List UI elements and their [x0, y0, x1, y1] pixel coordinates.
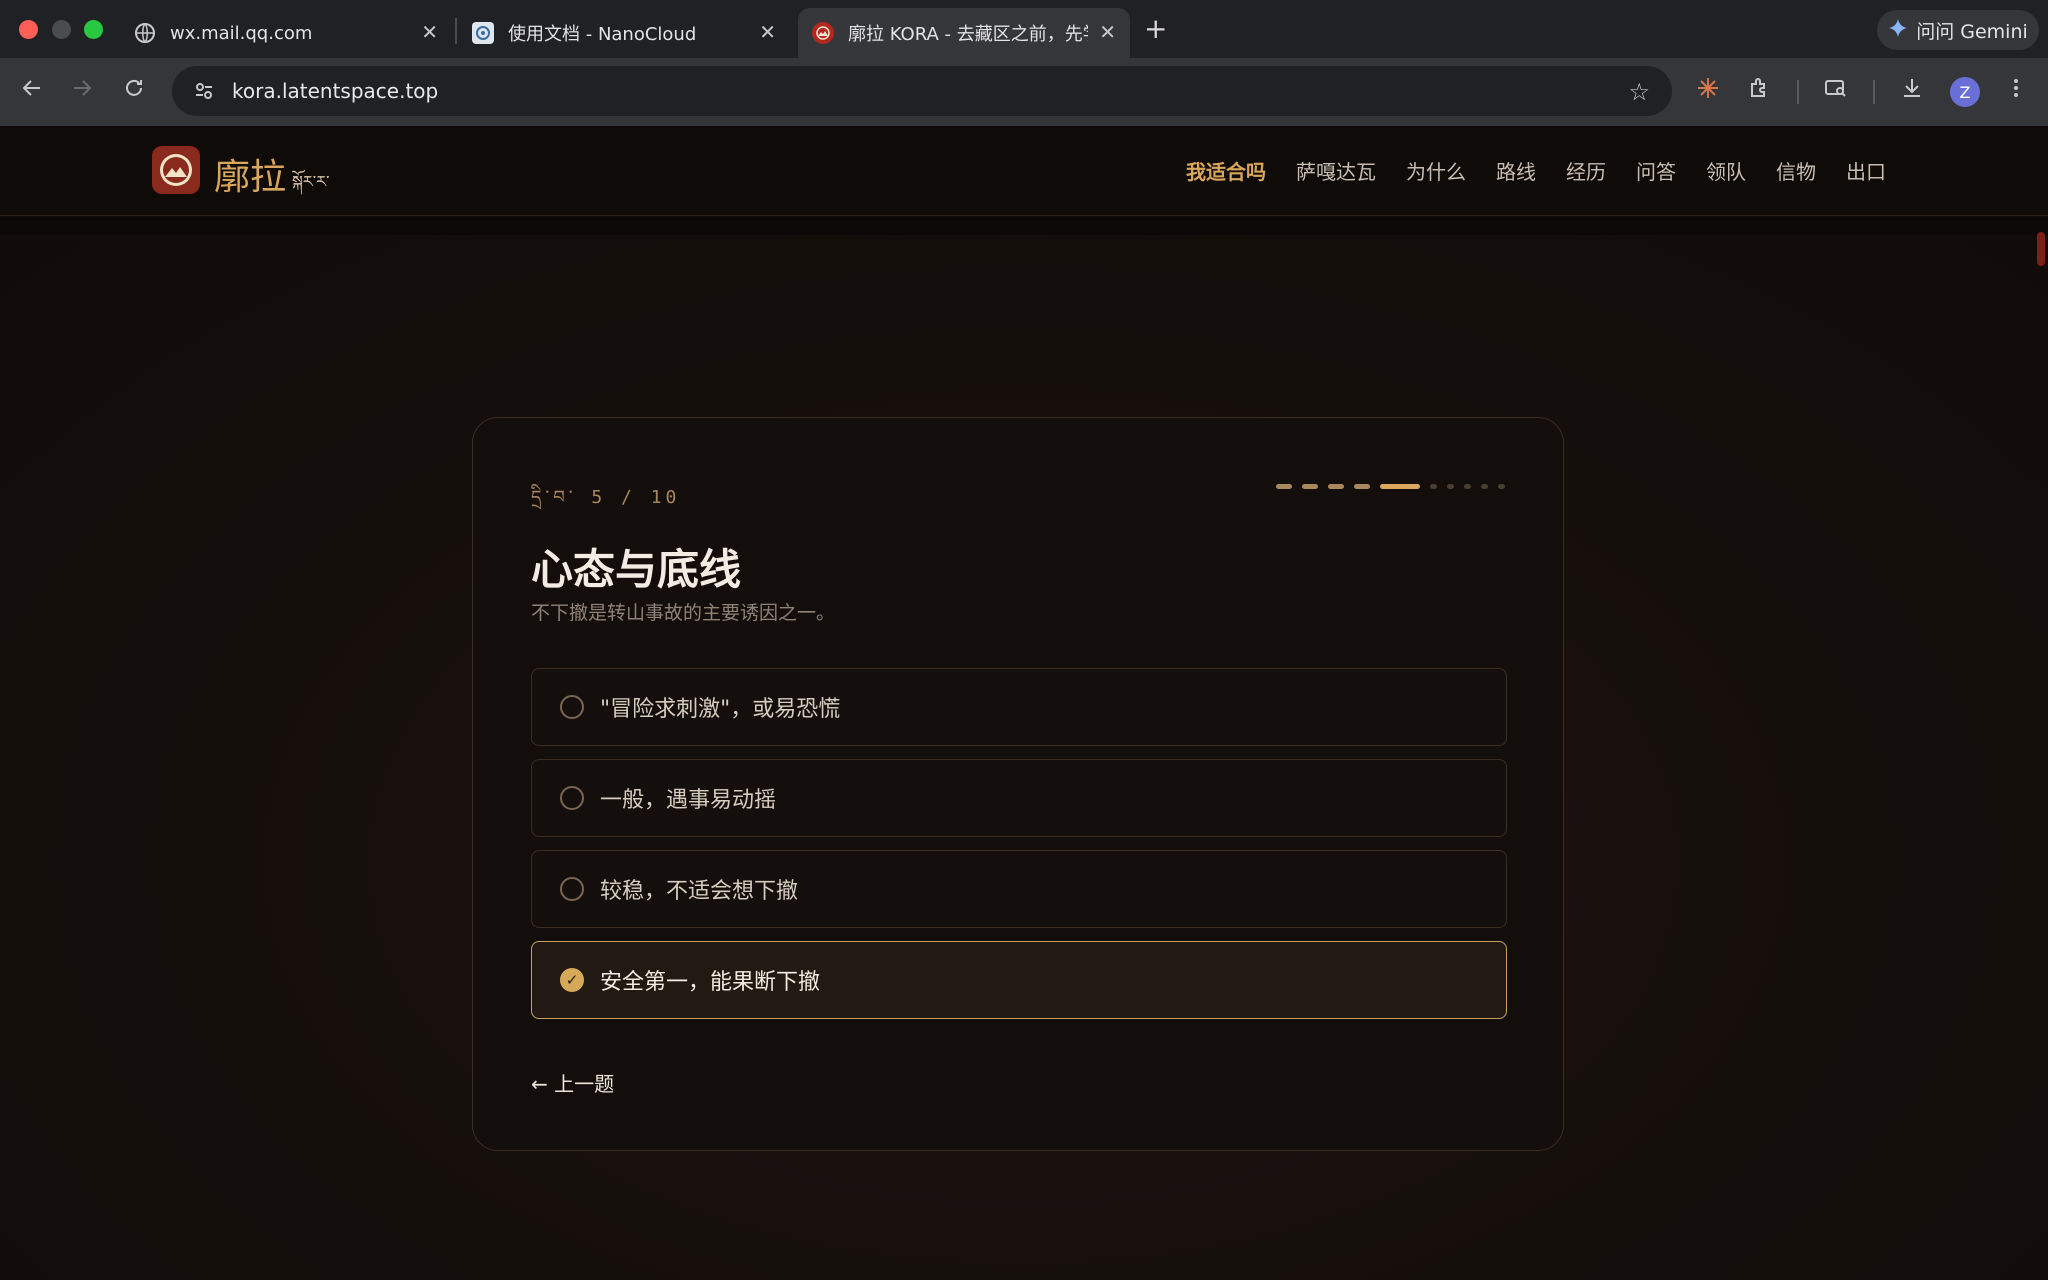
- answer-label: "冒险求刺激"，或易恐慌: [600, 697, 841, 722]
- close-icon[interactable]: ✕: [1099, 22, 1116, 42]
- answer-option-1[interactable]: "冒险求刺激"，或易恐慌: [531, 668, 1507, 746]
- ask-gemini-button[interactable]: 问问 Gemini: [1877, 10, 2039, 50]
- radio-button[interactable]: [560, 877, 584, 901]
- progress-dots: [1276, 484, 1505, 490]
- question-subtitle: 不下撤是转山事故的主要诱因之一。: [531, 602, 836, 624]
- main-nav: 我适合吗 萨嘎达瓦 为什么 路线 经历 问答 领队 信物 出口: [1186, 156, 1886, 185]
- kora-icon: [812, 22, 834, 44]
- browser-toolbar: kora.latentspace.top ☆ Z: [0, 58, 2048, 126]
- nav-item-saga-dawa[interactable]: 萨嘎达瓦: [1296, 156, 1376, 185]
- progress-dot: [1464, 484, 1471, 489]
- progress-dot: [1328, 484, 1344, 489]
- tab-title: 廓拉 KORA - 去藏区之前，先学: [848, 24, 1088, 45]
- progress-dot: [1481, 484, 1488, 489]
- answer-label: 较稳，不适会想下撤: [600, 879, 799, 904]
- nav-item-faq[interactable]: 问答: [1636, 156, 1676, 185]
- previous-question-button[interactable]: ← 上一题: [531, 1068, 614, 1097]
- page-scrollbar[interactable]: [2037, 232, 2045, 266]
- back-arrow-icon[interactable]: [16, 76, 48, 108]
- question-title: 心态与底线: [531, 545, 742, 594]
- progress-dot: [1498, 484, 1505, 489]
- answer-option-2[interactable]: 一般，遇事易动摇: [531, 759, 1507, 837]
- nav-item-suitability[interactable]: 我适合吗: [1186, 156, 1266, 185]
- progress-dot: [1302, 484, 1318, 489]
- progress-dot: [1354, 484, 1370, 489]
- profile-avatar[interactable]: Z: [1950, 77, 1980, 107]
- reload-icon[interactable]: [118, 76, 150, 108]
- close-icon[interactable]: ✕: [421, 22, 438, 42]
- extensions-puzzle-icon[interactable]: [1744, 76, 1776, 108]
- header-divider-band: [0, 217, 2048, 235]
- close-icon[interactable]: ✕: [759, 22, 776, 42]
- logo-tibetan: སྐོར་ར་: [292, 172, 330, 191]
- address-bar[interactable]: kora.latentspace.top ☆: [172, 66, 1672, 116]
- site-header: 廓拉 སྐོར་ར་ 我适合吗 萨嘎达瓦 为什么 路线 经历 问答 领队 信物 …: [0, 126, 2048, 216]
- logo-title[interactable]: 廓拉: [214, 148, 286, 200]
- globe-icon: [134, 22, 156, 44]
- answer-label: 一般，遇事易动摇: [600, 788, 777, 813]
- progress-dot: [1380, 484, 1420, 489]
- check-icon[interactable]: ✓: [560, 968, 584, 992]
- progress-dot: [1447, 484, 1454, 489]
- gemini-label: 问问 Gemini: [1916, 20, 2028, 43]
- window-zoom-button[interactable]: [84, 20, 103, 39]
- browser-tab-mail[interactable]: wx.mail.qq.com ✕: [120, 8, 452, 58]
- progress-dot: [1276, 484, 1292, 489]
- url-text[interactable]: kora.latentspace.top: [232, 79, 438, 103]
- browser-tab-kora[interactable]: 廓拉 KORA - 去藏区之前，先学 ✕: [798, 8, 1130, 58]
- more-menu-icon[interactable]: [2000, 76, 2032, 108]
- forward-arrow-icon[interactable]: [66, 76, 98, 108]
- answer-option-3[interactable]: 较稳，不适会想下撤: [531, 850, 1507, 928]
- tab-title: wx.mail.qq.com: [170, 22, 313, 44]
- toolbar-divider: [1873, 80, 1875, 104]
- claude-extension-icon[interactable]: [1692, 76, 1724, 108]
- nav-item-tokens[interactable]: 信物: [1776, 156, 1816, 185]
- tab-title: 使用文档 - NanoCloud: [508, 24, 697, 45]
- radio-button[interactable]: [560, 786, 584, 810]
- answer-label: 安全第一，能果断下撤: [600, 970, 821, 995]
- new-tab-button[interactable]: +: [1144, 12, 1167, 45]
- progress-dot: [1430, 484, 1437, 489]
- nav-item-why[interactable]: 为什么: [1406, 156, 1466, 185]
- answer-option-4[interactable]: ✓ 安全第一，能果断下撤: [531, 941, 1507, 1019]
- window-minimize-button[interactable]: [52, 20, 71, 39]
- download-icon[interactable]: [1896, 76, 1928, 108]
- nav-item-leaders[interactable]: 领队: [1706, 156, 1746, 185]
- browser-tabstrip: wx.mail.qq.com ✕ 使用文档 - NanoCloud ✕ 廓拉 K…: [0, 0, 2048, 58]
- tab-divider: [455, 18, 457, 44]
- quiz-card: དྲི་བ་ 5 / 10 心态与底线 不下撤是转山事故的主要诱因之一。 "冒险…: [472, 417, 1564, 1151]
- radio-button[interactable]: [560, 695, 584, 719]
- window-close-button[interactable]: [19, 20, 38, 39]
- browser-tab-nanocloud[interactable]: 使用文档 - NanoCloud ✕: [458, 8, 790, 58]
- nanocloud-icon: [472, 22, 494, 44]
- kora-logo-icon[interactable]: [152, 146, 200, 194]
- site-settings-icon[interactable]: [192, 79, 216, 103]
- gemini-sparkle-icon: [1888, 18, 1908, 43]
- question-counter: དྲི་བ་ 5 / 10: [531, 487, 681, 508]
- bookmark-star-icon[interactable]: ☆: [1628, 78, 1650, 106]
- nav-item-exit[interactable]: 出口: [1846, 156, 1886, 185]
- tab-search-icon[interactable]: [1820, 76, 1852, 108]
- toolbar-divider: [1797, 80, 1799, 104]
- nav-item-routes[interactable]: 路线: [1496, 156, 1536, 185]
- nav-item-experience[interactable]: 经历: [1566, 156, 1606, 185]
